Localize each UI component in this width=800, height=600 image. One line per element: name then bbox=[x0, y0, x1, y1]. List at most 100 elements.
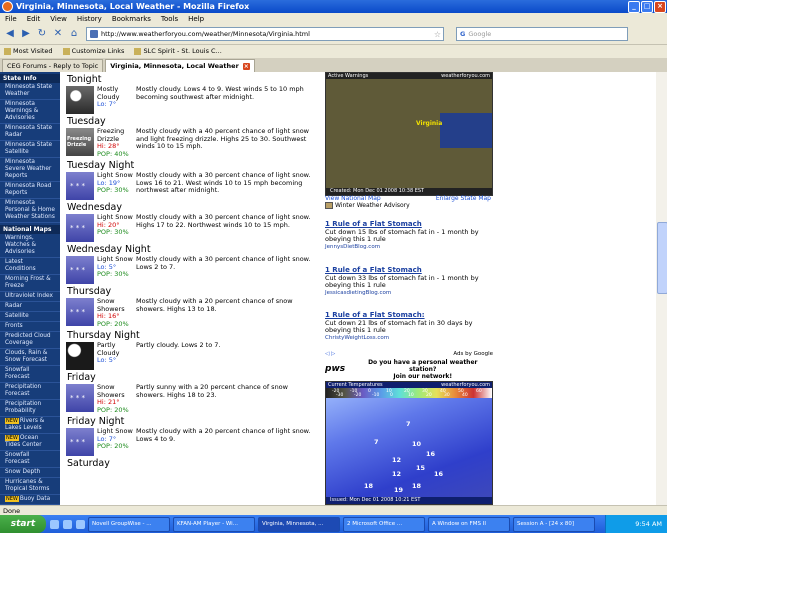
sidebar-link[interactable]: Morning Frost & Freeze bbox=[0, 275, 60, 292]
taskbar-item[interactable]: Session A - [24 x 80] bbox=[513, 516, 595, 532]
forecast-period-title: Wednesday bbox=[67, 202, 123, 213]
bookmark-icon bbox=[62, 47, 70, 55]
sidebar-link[interactable]: Minnesota Severe Weather Reports bbox=[0, 158, 60, 182]
snow-weather-icon bbox=[66, 428, 94, 456]
snow-weather-icon bbox=[66, 172, 94, 200]
vertical-scrollbar[interactable] bbox=[656, 72, 667, 505]
sidebar-link[interactable]: Predicted Cloud Coverage bbox=[0, 332, 60, 349]
home-icon[interactable]: ⌂ bbox=[68, 28, 80, 40]
clock[interactable]: 9:54 AM bbox=[635, 520, 662, 528]
tab-virginia-weather[interactable]: Virginia, Minnesota, Local Weather × bbox=[105, 59, 255, 72]
sidebar-link[interactable]: Precipitation Probability bbox=[0, 400, 60, 417]
sidebar-link-label: Warnings, Watches & Advisories bbox=[5, 235, 36, 255]
title-bar: Virginia, Minnesota, Local Weather - Moz… bbox=[0, 0, 667, 13]
ad-nav-arrows-icon[interactable]: ◁ ▷ bbox=[325, 351, 335, 357]
menu-help[interactable]: Help bbox=[183, 15, 209, 23]
google-icon: G bbox=[460, 30, 466, 38]
bookmark-slc-spirit[interactable]: SLC Spirit - St. Louis C... bbox=[134, 47, 222, 55]
maximize-button[interactable]: □ bbox=[641, 0, 653, 13]
freeze-weather-icon bbox=[66, 128, 94, 156]
scale-label: -10 bbox=[372, 393, 380, 398]
sidebar-link[interactable]: Latest Conditions bbox=[0, 258, 60, 275]
sidebar-link[interactable]: Hurricanes & Tropical Storms bbox=[0, 478, 60, 495]
taskbar-item[interactable]: 2 Microsoft Office ... bbox=[343, 516, 425, 532]
bookmark-icon bbox=[134, 47, 142, 55]
forecast-text: Partly sunny with a 20 percent chance of… bbox=[136, 383, 288, 399]
url-bar[interactable]: http://www.weatherforyou.com/weather/Min… bbox=[86, 27, 444, 41]
sidebar-link[interactable]: Snow Depth bbox=[0, 468, 60, 478]
snow-weather-icon bbox=[66, 298, 94, 326]
page-viewport: State Info Minnesota State Weather Minneso… bbox=[0, 72, 656, 505]
reload-icon[interactable]: ↻ bbox=[36, 28, 48, 40]
taskbar-item[interactable]: Novell GroupWise - ... bbox=[88, 516, 170, 532]
warnings-map[interactable]: Active Warnings weatherforyou.com Virgin… bbox=[325, 72, 493, 196]
sidebar-link[interactable]: Minnesota Warnings & Advisories bbox=[0, 100, 60, 124]
quicklaunch-firefox-icon[interactable] bbox=[76, 519, 85, 529]
sidebar-link[interactable]: Minnesota State Satellite bbox=[0, 141, 60, 158]
taskbar-item[interactable]: Virginia, Minnesota, ... bbox=[258, 516, 340, 532]
bookmark-star-icon[interactable]: ☆ bbox=[434, 30, 441, 39]
bookmark-customize-links[interactable]: Customize Links bbox=[62, 47, 124, 55]
sidebar-link[interactable]: Snowfall Forecast bbox=[0, 366, 60, 383]
scale-label: 0 bbox=[390, 393, 393, 398]
sidebar-link-label: Satellite bbox=[5, 313, 29, 319]
forward-icon[interactable]: ▶ bbox=[20, 28, 32, 40]
ad-url-link[interactable]: ChristyWeightLoss.com bbox=[325, 335, 493, 343]
close-tab-icon[interactable]: × bbox=[242, 62, 250, 70]
sidebar-link[interactable]: Minnesota State Weather bbox=[0, 83, 60, 100]
forecast-row: Snow ShowersHi: 16°POP: 20%Mostly cloudy… bbox=[66, 297, 318, 328]
bookmark-most-visited[interactable]: Most Visited bbox=[4, 47, 53, 55]
enlarge-state-map-link[interactable]: Enlarge State Map bbox=[436, 195, 491, 202]
sidebar-link[interactable]: Minnesota Road Reports bbox=[0, 182, 60, 199]
sidebar-link[interactable]: Minnesota State Radar bbox=[0, 124, 60, 141]
sidebar-link[interactable]: Clouds, Rain & Snow Forecast bbox=[0, 349, 60, 366]
forecast-text: Mostly cloudy with a 20 percent chance o… bbox=[136, 297, 293, 313]
menu-view[interactable]: View bbox=[45, 15, 72, 23]
sidebar-link[interactable]: Satellite bbox=[0, 312, 60, 322]
sidebar-link[interactable]: Snowfall Forecast bbox=[0, 451, 60, 468]
pws-banner[interactable]: pws Do you have a personal weather stati… bbox=[325, 358, 491, 380]
start-button[interactable]: start bbox=[0, 515, 46, 533]
sidebar-link-label: Minnesota State Radar bbox=[5, 125, 53, 138]
sidebar-link[interactable]: NEW Buoy Data bbox=[0, 495, 60, 505]
forecast-text: Mostly cloudy with a 20 percent chance o… bbox=[136, 427, 311, 443]
close-button[interactable]: × bbox=[654, 0, 666, 13]
back-icon[interactable]: ◀ bbox=[4, 28, 16, 40]
view-national-map-link[interactable]: View National Map bbox=[325, 195, 381, 202]
taskbar-item[interactable]: A Window on FMS II bbox=[428, 516, 510, 532]
forecast-list: Tonight Mostly Cloudy Lo: 7° Mostly cloudy.… bbox=[66, 72, 318, 505]
stop-icon[interactable]: ✕ bbox=[52, 28, 64, 40]
ads-by-google-label[interactable]: Ads by Google bbox=[453, 351, 493, 357]
ad-url-link[interactable]: JennysDietBlog.com bbox=[325, 244, 493, 252]
forecast-text: Mostly cloudy with a 30 percent chance o… bbox=[136, 171, 311, 194]
quicklaunch-ie-icon[interactable] bbox=[50, 519, 59, 529]
sidebar-link[interactable]: Ultraviolet Index bbox=[0, 292, 60, 302]
forecast-text: Mostly cloudy with a 30 percent chance o… bbox=[136, 255, 311, 271]
temperature-map[interactable]: Current Temperatures weatherforyou.com -… bbox=[325, 381, 493, 505]
condition-label: Snow Showers bbox=[97, 297, 125, 313]
sidebar-link[interactable]: Fronts bbox=[0, 322, 60, 332]
menu-history[interactable]: History bbox=[72, 15, 107, 23]
minimize-button[interactable]: _ bbox=[628, 0, 640, 13]
url-text[interactable]: http://www.weatherforyou.com/weather/Min… bbox=[101, 30, 434, 38]
sidebar-link[interactable]: Radar bbox=[0, 302, 60, 312]
sidebar-link-label: Minnesota Warnings & Advisories bbox=[5, 101, 39, 121]
sidebar-link[interactable]: Warnings, Watches & Advisories bbox=[0, 234, 60, 258]
ad-url-link[interactable]: JessicasdietingBlog.com bbox=[325, 290, 493, 298]
sidebar-link[interactable]: NEW Ocean Tides Center bbox=[0, 434, 60, 451]
sidebar-link[interactable]: Minnesota Personal & Home Weather Statio… bbox=[0, 199, 60, 223]
sidebar-link[interactable]: Precipitation Forecast bbox=[0, 383, 60, 400]
menu-bookmarks[interactable]: Bookmarks bbox=[107, 15, 156, 23]
taskbar-item[interactable]: KFAN-AM Player - Wi... bbox=[173, 516, 255, 532]
quicklaunch-desktop-icon[interactable] bbox=[63, 519, 72, 529]
forecast-condition: Light Snow Lo: 5° POP: 30% bbox=[94, 255, 135, 279]
tab-ceg-forums[interactable]: CEG Forums - Reply to Topic bbox=[2, 59, 104, 72]
menu-tools[interactable]: Tools bbox=[156, 15, 183, 23]
scrollbar-thumb[interactable] bbox=[657, 222, 667, 294]
tab-label: CEG Forums - Reply to Topic bbox=[7, 62, 99, 70]
forecast-text: Mostly cloudy with a 30 percent chance o… bbox=[136, 213, 311, 229]
search-input[interactable]: G Google bbox=[456, 27, 628, 41]
sidebar-link[interactable]: NEW Rivers & Lakes Levels bbox=[0, 417, 60, 434]
menu-file[interactable]: File bbox=[0, 15, 22, 23]
menu-edit[interactable]: Edit bbox=[22, 15, 46, 23]
